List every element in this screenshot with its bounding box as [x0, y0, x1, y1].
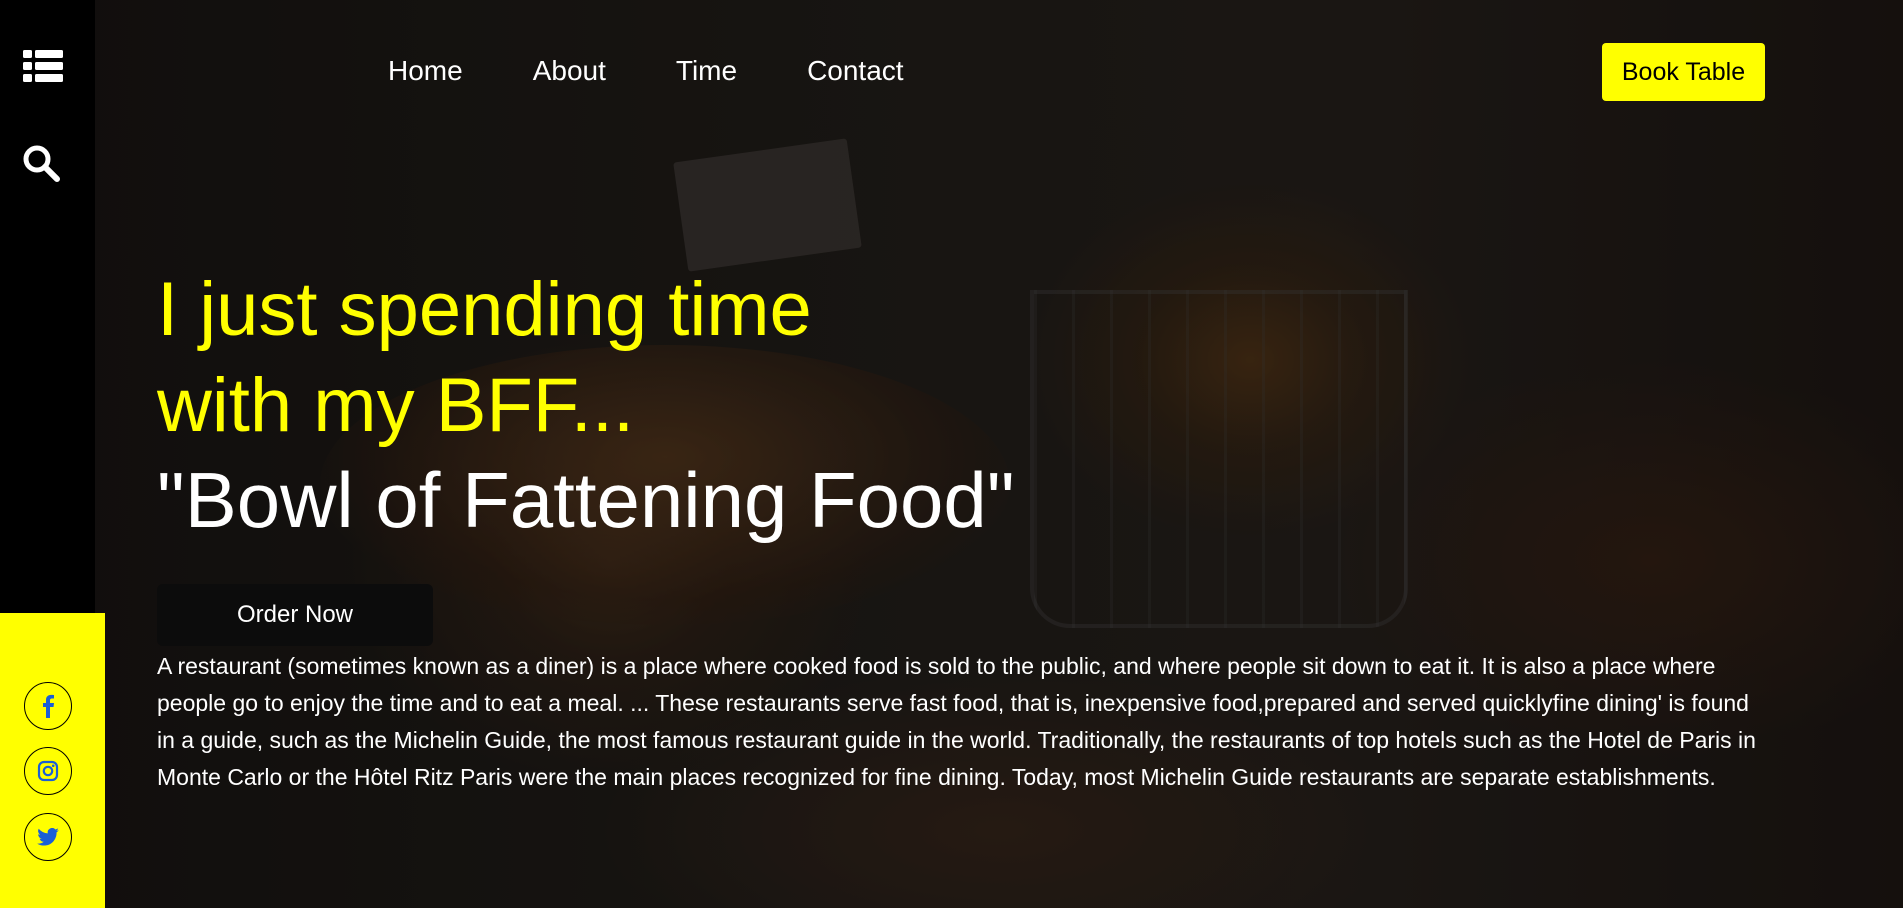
book-table-button[interactable]: Book Table: [1602, 43, 1765, 101]
search-icon[interactable]: [21, 143, 61, 183]
nav-home[interactable]: Home: [388, 55, 463, 87]
facebook-link[interactable]: [24, 682, 72, 730]
headline-line-1: I just spending time: [157, 267, 812, 352]
order-now-button[interactable]: Order Now: [157, 584, 433, 646]
left-sidebar: [0, 0, 95, 613]
twitter-icon: [37, 828, 59, 846]
twitter-link[interactable]: [24, 813, 72, 861]
nav-time[interactable]: Time: [676, 55, 737, 87]
hero-headline: I just spending time with my BFF... "Bow…: [157, 262, 1015, 546]
instagram-link[interactable]: [24, 747, 72, 795]
list-menu-icon[interactable]: [23, 46, 63, 86]
headline-line-3: "Bowl of Fattening Food": [157, 456, 1015, 544]
facebook-icon: [41, 694, 55, 718]
hero-description: A restaurant (sometimes known as a diner…: [157, 653, 1756, 790]
nav-about[interactable]: About: [533, 55, 606, 87]
headline-line-2: with my BFF...: [157, 363, 635, 448]
main-nav: Home About Time Contact: [388, 55, 904, 87]
nav-contact[interactable]: Contact: [807, 55, 904, 87]
social-links-panel: [0, 613, 105, 908]
instagram-icon: [37, 760, 59, 782]
